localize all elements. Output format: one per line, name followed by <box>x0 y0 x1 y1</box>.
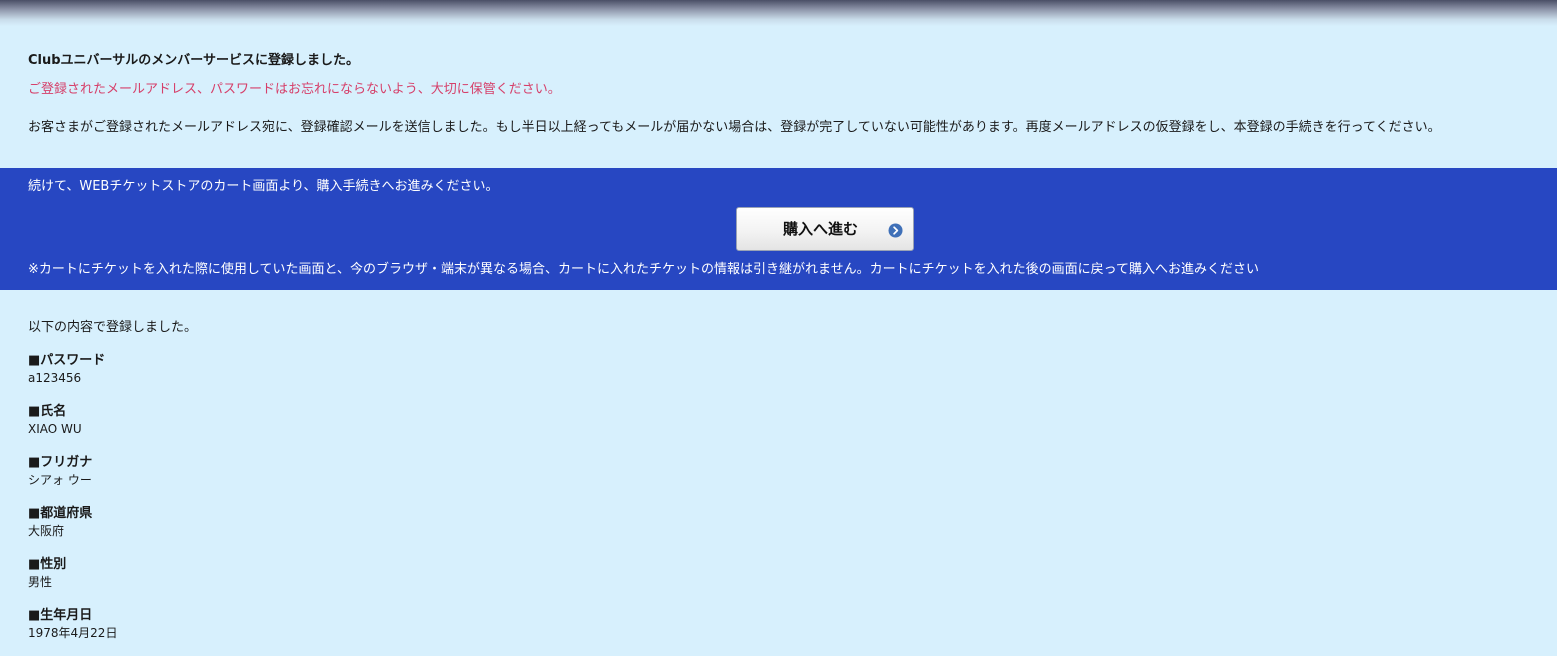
registered-lead-text: 以下の内容で登録しました。 <box>28 320 198 335</box>
field-label: ■フリガナ <box>28 455 93 470</box>
field-label: ■パスワード <box>28 353 106 368</box>
field-password: ■パスワード a123456 <box>28 352 728 387</box>
purchase-lead-text: 続けて、WEBチケットストアのカート画面より、購入手続きへお進みください。 <box>28 179 499 194</box>
field-label: ■生年月日 <box>28 608 93 623</box>
field-label: ■氏名 <box>28 404 67 419</box>
keep-credentials-warning: ご登録されたメールアドレス、パスワードはお忘れにならないよう、大切に保管ください… <box>28 82 561 97</box>
field-label: ■都道府県 <box>28 506 93 521</box>
registration-complete-title: Clubユニバーサルのメンバーサービスに登録しました。 <box>28 53 360 68</box>
proceed-to-purchase-button[interactable]: 購入へ進む <box>736 207 914 251</box>
registered-details: 以下の内容で登録しました。 ■パスワード a123456 ■氏名 XIAO WU… <box>28 319 728 642</box>
field-label: ■性別 <box>28 557 67 572</box>
field-name: ■氏名 XIAO WU <box>28 403 728 438</box>
field-value: a123456 <box>28 371 82 385</box>
field-gender: ■性別 男性 <box>28 556 728 591</box>
confirmation-email-notice: お客さまがご登録されたメールアドレス宛に、登録確認メールを送信しました。もし半日… <box>28 120 1441 135</box>
purchase-band: 続けて、WEBチケットストアのカート画面より、購入手続きへお進みください。 購入… <box>0 168 1557 290</box>
chevron-right-circle-icon <box>888 223 903 238</box>
field-prefecture: ■都道府県 大阪府 <box>28 505 728 540</box>
field-value: 男性 <box>28 575 53 589</box>
field-value: XIAO WU <box>28 422 82 436</box>
proceed-to-purchase-label: 購入へ進む <box>783 221 859 238</box>
top-shadow <box>0 0 1557 26</box>
field-birthdate: ■生年月日 1978年4月22日 <box>28 607 728 642</box>
field-furigana: ■フリガナ シアォ ウー <box>28 454 728 489</box>
field-value: 大阪府 <box>28 524 65 538</box>
field-value: 1978年4月22日 <box>28 626 118 640</box>
cart-browser-note: ※カートにチケットを入れた際に使用していた画面と、今のブラウザ・端末が異なる場合… <box>28 262 1259 277</box>
intro-section: Clubユニバーサルのメンバーサービスに登録しました。 ご登録されたメールアドレ… <box>28 52 1548 137</box>
field-value: シアォ ウー <box>28 473 92 487</box>
